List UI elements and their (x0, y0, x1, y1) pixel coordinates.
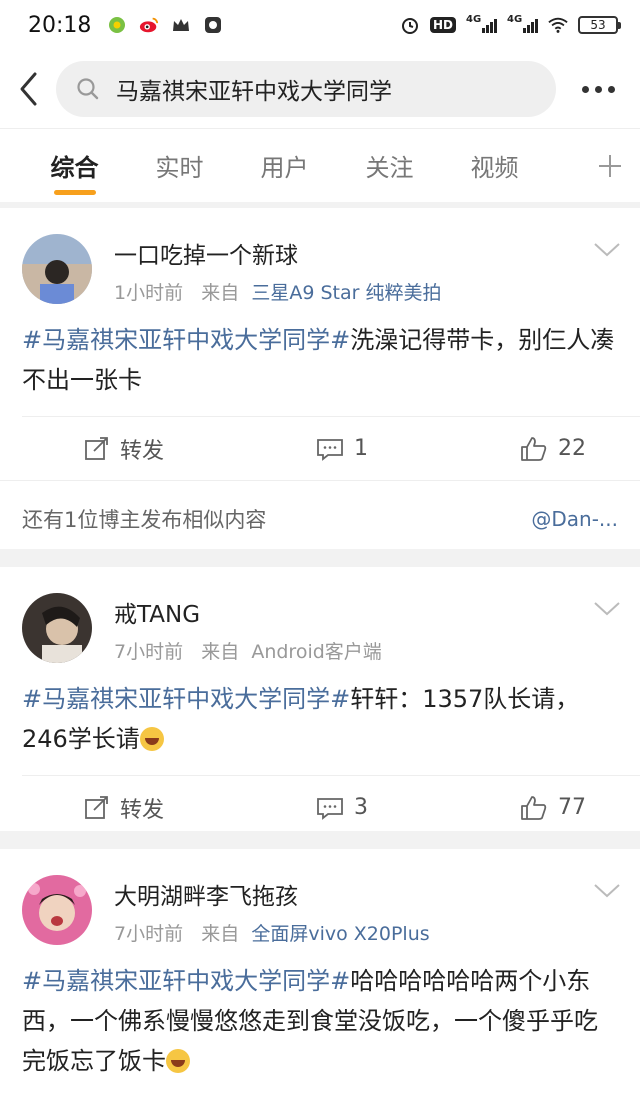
comment-button[interactable]: 1 (316, 436, 368, 461)
username[interactable]: 一口吃掉一个新球 (114, 236, 298, 270)
crown-icon (171, 15, 191, 35)
post-time: 1小时前 (114, 282, 184, 304)
post-text: #马嘉祺宋亚轩中戏大学同学#哈哈哈哈哈哈两个小东西，一个佛系慢慢悠悠走到食堂没饭… (0, 949, 640, 1094)
post-time: 7小时前 (114, 641, 184, 663)
repost-button[interactable]: 转发 (84, 792, 164, 824)
more-options-button[interactable] (556, 50, 640, 128)
hashtag-link[interactable]: #马嘉祺宋亚轩中戏大学同学# (22, 685, 350, 713)
search-box[interactable] (56, 61, 556, 117)
dot-icon (594, 85, 602, 93)
post-source[interactable]: 全面屏vivo X20Plus (251, 923, 429, 945)
like-button[interactable]: 22 (520, 436, 586, 462)
dot-icon (607, 85, 615, 93)
status-bar: 20:18 HD 4G 4G 53 (0, 0, 640, 50)
tab-realtime[interactable]: 实时 (127, 129, 232, 203)
feed: 一口吃掉一个新球 1小时前 来自 三星A9 Star 纯粹美拍 #马嘉祺宋亚轩中… (0, 208, 640, 1094)
similar-content-text: 还有1位博主发布相似内容 (22, 507, 267, 532)
tab-comprehensive[interactable]: 综合 (22, 129, 127, 203)
hashtag-link[interactable]: #马嘉祺宋亚轩中戏大学同学# (22, 967, 350, 995)
thumbs-up-icon (520, 436, 548, 462)
comment-count: 1 (354, 436, 368, 461)
avatar[interactable] (22, 593, 92, 663)
post-card: 一口吃掉一个新球 1小时前 来自 三星A9 Star 纯粹美拍 #马嘉祺宋亚轩中… (0, 208, 640, 549)
repost-icon (84, 436, 110, 461)
post-source[interactable]: 三星A9 Star 纯粹美拍 (251, 282, 441, 304)
status-time: 20:18 (28, 12, 92, 38)
back-button[interactable] (0, 50, 56, 128)
signal-icon: 4G (466, 14, 497, 33)
like-count: 77 (558, 795, 586, 820)
avatar[interactable] (22, 875, 92, 945)
post-meta: 7小时前 来自 Android客户端 (114, 637, 382, 664)
laughing-emoji-icon (139, 727, 164, 751)
crying-laughing-emoji-icon (166, 1049, 190, 1073)
comment-icon (316, 437, 344, 461)
chevron-down-icon[interactable] (592, 881, 622, 901)
alarm-icon (400, 15, 420, 35)
thumbs-up-icon (520, 795, 548, 821)
search-input[interactable] (116, 76, 536, 102)
from-label: 来自 (201, 641, 240, 663)
post-meta: 1小时前 来自 三星A9 Star 纯粹美拍 (114, 278, 441, 305)
chevron-down-icon[interactable] (592, 240, 622, 260)
post-header: 戒TANG 7小时前 来自 Android客户端 (0, 567, 640, 667)
status-left: 20:18 (28, 13, 223, 38)
post-actions: 转发 1 22 (22, 416, 640, 480)
search-tabs: 综合 实时 用户 关注 视频 (0, 128, 640, 202)
weibo-notification-icon (139, 15, 159, 35)
repost-button[interactable]: 转发 (84, 433, 164, 465)
tab-following[interactable]: 关注 (337, 129, 442, 203)
comment-icon (316, 796, 344, 820)
signal-icon-2: 4G (507, 14, 538, 33)
add-tab-button[interactable] (580, 129, 640, 203)
post-text: #马嘉祺宋亚轩中戏大学同学#轩轩：1357队长请，246学长请 (0, 667, 640, 775)
username[interactable]: 戒TANG (114, 595, 200, 629)
post-actions: 转发 3 77 (22, 775, 640, 839)
repost-label: 转发 (120, 797, 165, 823)
chevron-left-icon (20, 72, 37, 106)
network-type-label-2: 4G (507, 14, 523, 25)
post-card: 大明湖畔李飞拖孩 7小时前 来自 全面屏vivo X20Plus #马嘉祺宋亚轩… (0, 849, 640, 1094)
plus-icon (599, 154, 621, 177)
avatar[interactable] (22, 234, 92, 304)
app-notification-icon (107, 15, 127, 35)
hashtag-link[interactable]: #马嘉祺宋亚轩中戏大学同学# (22, 326, 350, 354)
search-header (0, 50, 640, 128)
post-card: 戒TANG 7小时前 来自 Android客户端 #马嘉祺宋亚轩中戏大学同学#轩… (0, 567, 640, 831)
post-header: 一口吃掉一个新球 1小时前 来自 三星A9 Star 纯粹美拍 (0, 208, 640, 308)
repost-label: 转发 (120, 438, 165, 464)
dot-icon (581, 85, 589, 93)
comment-count: 3 (354, 795, 368, 820)
chevron-down-icon[interactable] (592, 599, 622, 619)
post-time: 7小时前 (114, 923, 184, 945)
hd-badge: HD (429, 17, 456, 33)
from-label: 来自 (201, 923, 240, 945)
post-meta: 7小时前 来自 全面屏vivo X20Plus (114, 919, 430, 946)
search-icon (74, 75, 102, 103)
similar-content-row[interactable]: 还有1位博主发布相似内容 @Dan-... (0, 480, 640, 556)
post-header: 大明湖畔李飞拖孩 7小时前 来自 全面屏vivo X20Plus (0, 849, 640, 949)
from-label: 来自 (201, 282, 240, 304)
like-button[interactable]: 77 (520, 795, 586, 821)
post-source: Android客户端 (251, 641, 382, 663)
wifi-icon (548, 15, 568, 35)
comment-button[interactable]: 3 (316, 795, 368, 820)
tab-videos[interactable]: 视频 (442, 129, 547, 203)
repost-icon (84, 795, 110, 820)
tab-users[interactable]: 用户 (232, 129, 337, 203)
post-text: #马嘉祺宋亚轩中戏大学同学#洗澡记得带卡，别仨人凑不出一张卡 (0, 308, 640, 416)
battery-level: 53 (590, 18, 606, 32)
similar-user-mention[interactable]: @Dan-... (531, 507, 618, 531)
battery-icon: 53 (578, 16, 621, 34)
status-right: HD 4G 4G 53 (400, 14, 621, 35)
username[interactable]: 大明湖畔李飞拖孩 (114, 877, 298, 911)
media-app-icon (203, 15, 223, 35)
like-count: 22 (558, 436, 586, 461)
network-type-label: 4G (466, 14, 482, 25)
